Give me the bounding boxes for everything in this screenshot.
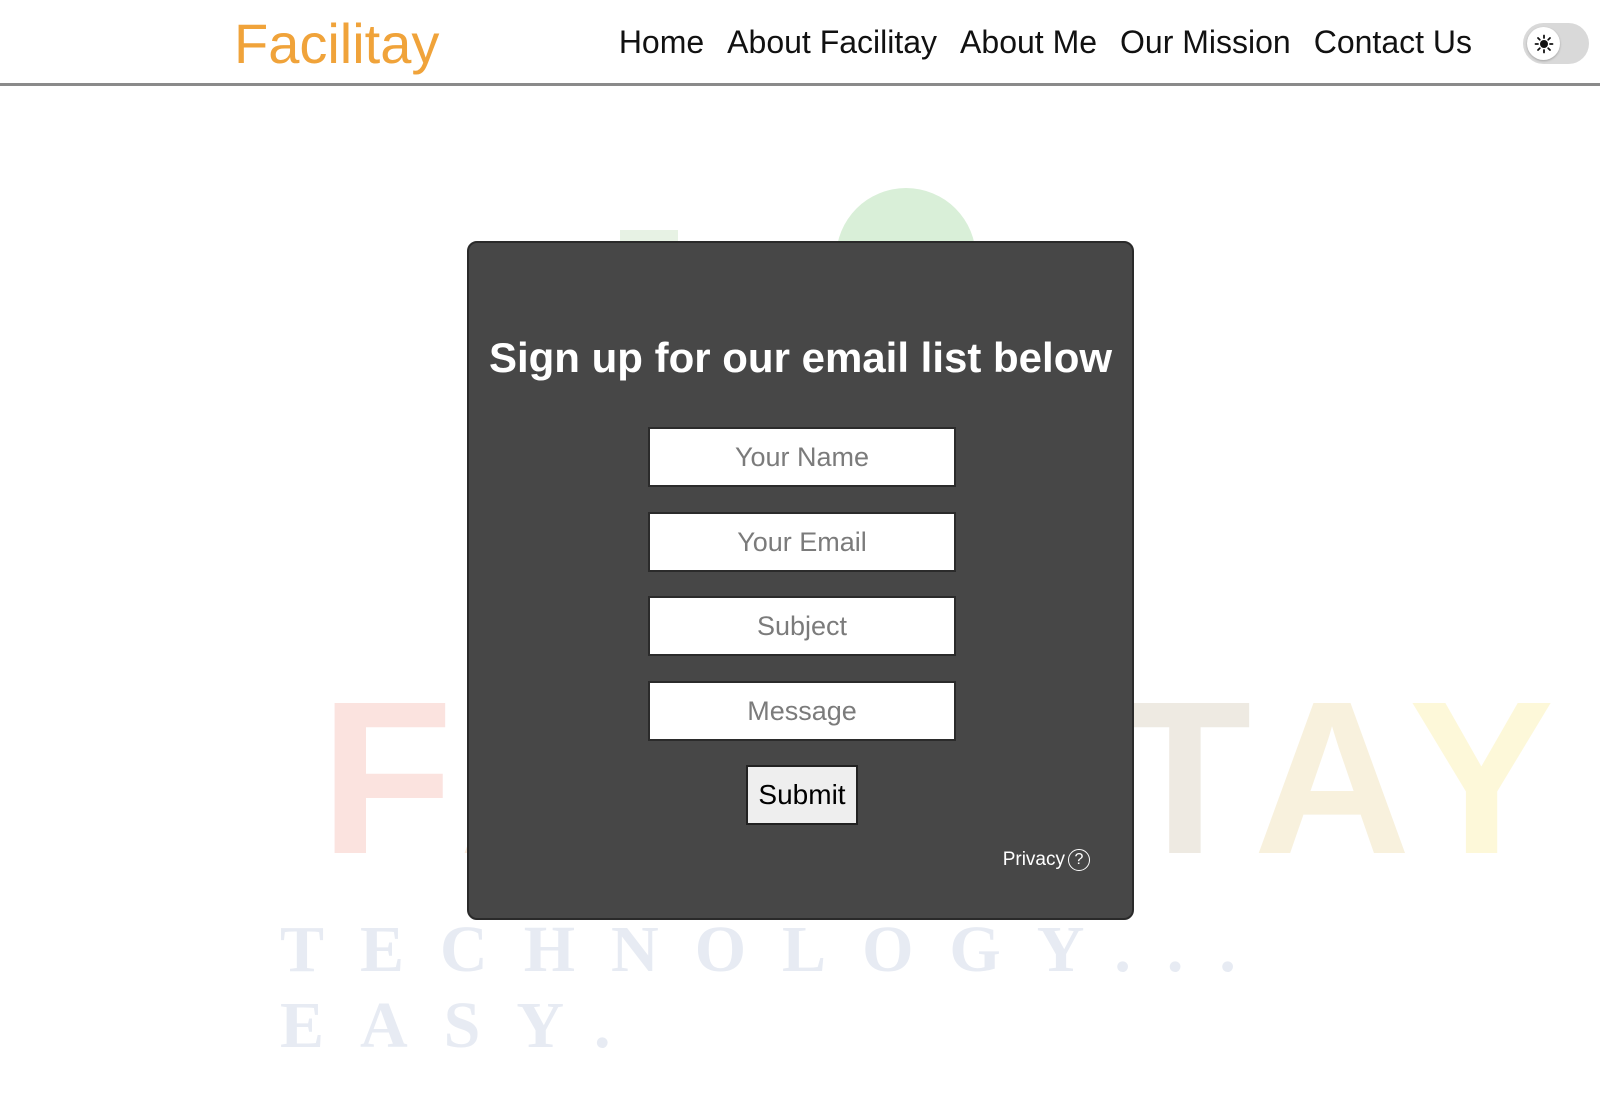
- main-nav: Home About Facilitay About Me Our Missio…: [619, 22, 1472, 62]
- theme-toggle[interactable]: [1523, 23, 1589, 64]
- name-input[interactable]: [648, 427, 956, 487]
- signup-title: Sign up for our email list below: [488, 334, 1113, 381]
- nav-about-facilitay[interactable]: About Facilitay: [727, 22, 937, 62]
- email-input[interactable]: [648, 512, 956, 572]
- nav-home[interactable]: Home: [619, 22, 704, 62]
- nav-contact-us[interactable]: Contact Us: [1314, 22, 1472, 62]
- watermark-tagline: TECHNOLOGY... EASY.: [280, 913, 1272, 1062]
- subject-input[interactable]: [648, 596, 956, 656]
- nav-about-me[interactable]: About Me: [960, 22, 1097, 62]
- brand-logo[interactable]: Facilitay: [234, 10, 439, 78]
- privacy-label: Privacy: [1002, 849, 1065, 870]
- signup-card: Sign up for our email list below Submit …: [467, 241, 1134, 920]
- submit-button[interactable]: Submit: [746, 765, 858, 825]
- question-circle-icon: ?: [1068, 849, 1090, 871]
- nav-our-mission[interactable]: Our Mission: [1120, 22, 1291, 62]
- message-input[interactable]: [648, 681, 956, 741]
- toggle-knob: [1527, 27, 1560, 60]
- privacy-link[interactable]: Privacy ?: [1003, 849, 1090, 871]
- site-header: Facilitay Home About Facilitay About Me …: [0, 0, 1600, 86]
- sun-icon: [1534, 34, 1553, 53]
- page: FACILITAY TECHNOLOGY... EASY. Facilitay …: [0, 0, 1600, 1100]
